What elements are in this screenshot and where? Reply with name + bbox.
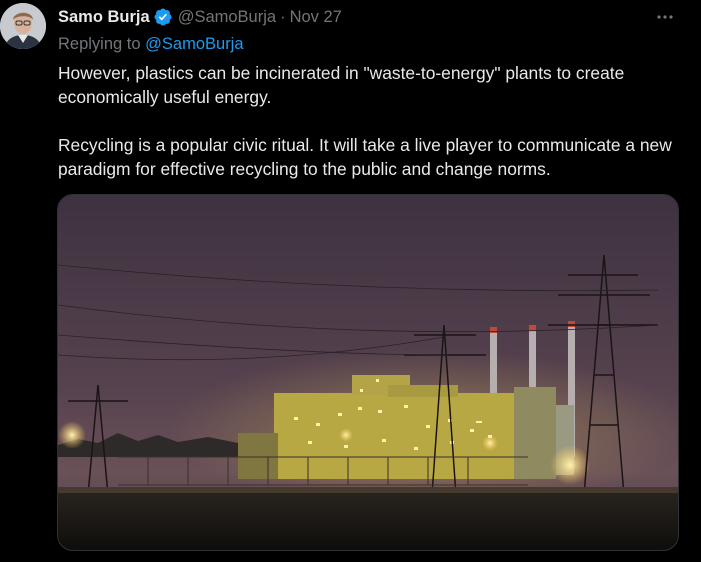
author-name[interactable]: Samo Burja <box>58 8 150 27</box>
tweet-paragraph: Recycling is a popular civic ritual. It … <box>58 135 672 179</box>
tweet-paragraph: However, plastics can be incinerated in … <box>58 63 625 107</box>
author-handle[interactable]: @SamoBurja <box>178 8 276 27</box>
tweet-text: However, plastics can be incinerated in … <box>58 61 688 181</box>
replying-handle-link[interactable]: @SamoBurja <box>145 35 243 53</box>
tweet-media-photo[interactable] <box>57 194 679 551</box>
replying-to: Replying to @SamoBurja <box>58 35 244 54</box>
tweet-date[interactable]: Nov 27 <box>290 8 342 27</box>
avatar[interactable] <box>0 3 46 49</box>
separator-dot: · <box>280 7 286 26</box>
replying-prefix: Replying to <box>58 35 141 53</box>
tweet-header: Samo Burja @SamoBurja · Nov 27 <box>58 6 342 28</box>
tweet: Samo Burja @SamoBurja · Nov 27 Replying … <box>0 0 701 562</box>
verified-badge-icon[interactable] <box>153 7 173 27</box>
more-options-icon[interactable] <box>654 6 676 28</box>
